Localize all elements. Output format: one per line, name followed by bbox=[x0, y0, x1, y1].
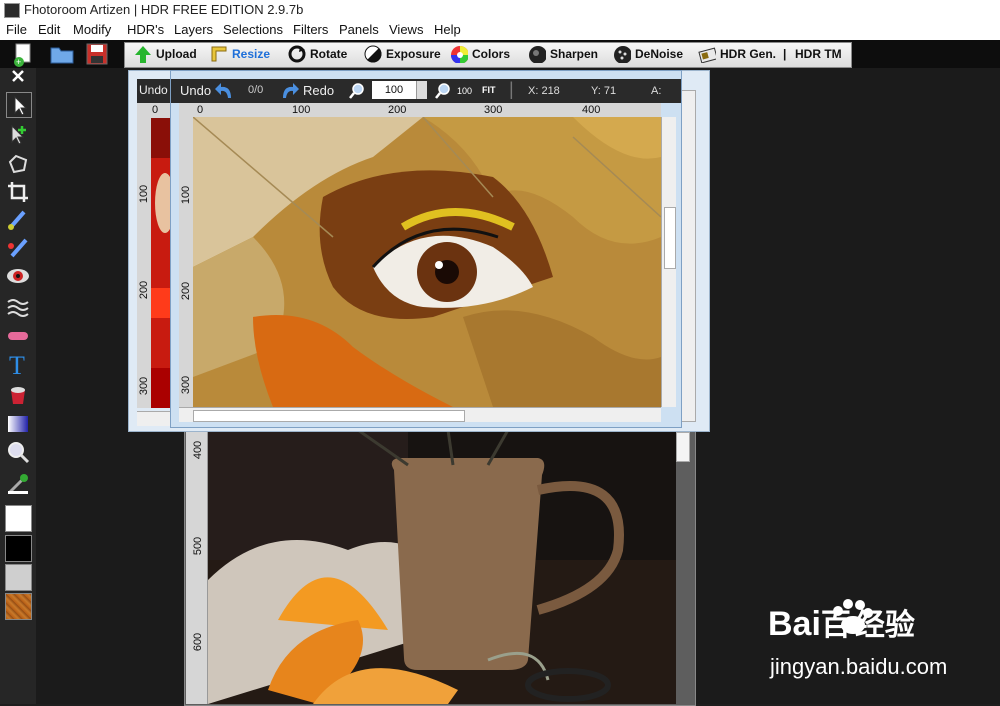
crop-icon[interactable] bbox=[6, 180, 30, 204]
front-vertical-scrollbar[interactable] bbox=[661, 117, 676, 407]
brush-icon[interactable] bbox=[6, 208, 30, 232]
zoom-stepper[interactable] bbox=[416, 81, 427, 99]
menu-views[interactable]: Views bbox=[389, 22, 423, 37]
resize-button[interactable]: Resize bbox=[210, 44, 270, 64]
menu-help[interactable]: Help bbox=[434, 22, 461, 37]
watermark-url: jingyan.baidu.com bbox=[770, 654, 948, 679]
zoom-icon[interactable] bbox=[348, 82, 366, 100]
app-icon bbox=[4, 3, 20, 18]
folder-icon bbox=[50, 47, 74, 64]
gradient-icon[interactable] bbox=[6, 412, 30, 436]
smudge-icon[interactable] bbox=[6, 294, 30, 318]
paw-logo-icon bbox=[833, 599, 873, 634]
close-icon[interactable] bbox=[10, 68, 26, 84]
select-arrow-icon[interactable] bbox=[6, 92, 32, 118]
menu-file[interactable]: File bbox=[6, 22, 27, 37]
rotate-button[interactable]: Rotate bbox=[288, 44, 347, 64]
rotate-icon bbox=[288, 45, 306, 63]
redo-arrow-icon[interactable] bbox=[279, 80, 301, 102]
still-life-image bbox=[208, 430, 676, 704]
menu-selections[interactable]: Selections bbox=[223, 22, 283, 37]
exposure-icon bbox=[364, 45, 382, 63]
y-coordinate: Y: 71 bbox=[591, 85, 617, 97]
angle-readout: A: bbox=[651, 85, 662, 97]
mid-vertical-scrollbar[interactable] bbox=[680, 90, 696, 422]
eyedropper-icon[interactable] bbox=[6, 472, 30, 496]
primary-color-swatch[interactable] bbox=[5, 505, 32, 532]
eraser-icon[interactable] bbox=[6, 324, 30, 348]
zoom-out-icon[interactable] bbox=[434, 82, 452, 100]
back-vertical-scrollbar[interactable] bbox=[676, 432, 690, 462]
undo-arrow-icon[interactable] bbox=[213, 80, 235, 102]
redo-button[interactable]: Redo bbox=[303, 83, 334, 98]
title-bar: Fhotoroom Artizen | HDR FREE EDITION 2.9… bbox=[0, 0, 1000, 20]
svg-text:T: T bbox=[9, 352, 25, 376]
texture-swatch[interactable] bbox=[5, 593, 32, 620]
text-icon[interactable]: T bbox=[6, 352, 30, 376]
colors-button[interactable]: Colors bbox=[450, 44, 510, 64]
menu-edit[interactable]: Edit bbox=[38, 22, 60, 37]
lasso-icon[interactable] bbox=[6, 152, 30, 176]
secondary-color-swatch[interactable] bbox=[5, 535, 32, 562]
upload-button[interactable]: Upload bbox=[134, 44, 197, 64]
add-selection-icon[interactable] bbox=[6, 122, 30, 146]
fit-button[interactable]: FIT bbox=[482, 85, 496, 95]
back-vertical-ruler: 400 500 600 bbox=[186, 430, 208, 704]
color-wheel-icon bbox=[451, 46, 468, 63]
mid-undo-button[interactable]: Undo bbox=[139, 83, 168, 97]
save-icon bbox=[86, 43, 108, 65]
save-file-button[interactable] bbox=[84, 42, 112, 66]
front-vscroll-thumb[interactable] bbox=[664, 207, 676, 269]
front-horizontal-ruler: 0 100 200 300 400 bbox=[179, 103, 661, 118]
denoise-icon bbox=[614, 46, 631, 63]
x-coordinate: X: 218 bbox=[528, 85, 560, 97]
up-arrow-icon bbox=[135, 46, 151, 63]
toolbar-separator: | bbox=[783, 47, 787, 61]
svg-text:+: + bbox=[16, 57, 21, 67]
front-horizontal-scrollbar[interactable] bbox=[179, 407, 661, 422]
paint-icon[interactable] bbox=[6, 236, 30, 260]
sharpen-button[interactable]: Sharpen bbox=[528, 44, 598, 64]
sharpen-icon bbox=[529, 46, 546, 63]
gray-swatch[interactable] bbox=[5, 564, 32, 591]
front-vertical-ruler: 100 200 300 bbox=[179, 117, 194, 407]
front-image-window: Undo 0/0 Redo 100 100 FIT | X: 218 Y: 71… bbox=[170, 70, 682, 428]
menu-filters[interactable]: Filters bbox=[293, 22, 328, 37]
exposure-button[interactable]: Exposure bbox=[364, 44, 441, 64]
menu-modify[interactable]: Modify bbox=[73, 22, 111, 37]
menu-layers[interactable]: Layers bbox=[174, 22, 213, 37]
resize-icon bbox=[211, 46, 227, 62]
menu-bar: File Edit Modify HDR's Layers Selections… bbox=[0, 20, 1000, 41]
hdr-gen-button[interactable]: HDR Gen. bbox=[698, 44, 776, 64]
new-file-icon: + bbox=[14, 43, 31, 67]
tools-sidebar: T bbox=[0, 68, 37, 704]
zoom-icon[interactable] bbox=[6, 440, 30, 464]
menu-panels[interactable]: Panels bbox=[339, 22, 379, 37]
zoom-input[interactable]: 100 bbox=[372, 81, 416, 99]
denoise-button[interactable]: DeNoise bbox=[613, 44, 683, 64]
window-title: Fhotoroom Artizen | HDR FREE EDITION 2.9… bbox=[24, 2, 304, 17]
history-counter: 0/0 bbox=[248, 84, 264, 96]
bucket-icon[interactable] bbox=[6, 382, 30, 406]
open-file-button[interactable] bbox=[48, 42, 76, 66]
front-window-toolbar: Undo 0/0 Redo 100 100 FIT | X: 218 Y: 71… bbox=[171, 79, 681, 103]
zoom-100-button[interactable]: 100 bbox=[457, 86, 472, 96]
undo-button[interactable]: Undo bbox=[180, 83, 211, 98]
menu-hdrs[interactable]: HDR's bbox=[127, 22, 164, 37]
new-file-button[interactable]: + bbox=[6, 42, 40, 67]
red-eye-icon[interactable] bbox=[6, 264, 30, 288]
hdr-gen-icon bbox=[698, 47, 716, 63]
mid-image-strip bbox=[151, 118, 171, 408]
hdr-tm-button[interactable]: HDR TM bbox=[795, 44, 842, 64]
front-scroll-thumb[interactable] bbox=[193, 410, 465, 422]
leaf-eye-image bbox=[193, 117, 661, 407]
mid-vertical-ruler: 100 200 300 bbox=[137, 118, 152, 408]
